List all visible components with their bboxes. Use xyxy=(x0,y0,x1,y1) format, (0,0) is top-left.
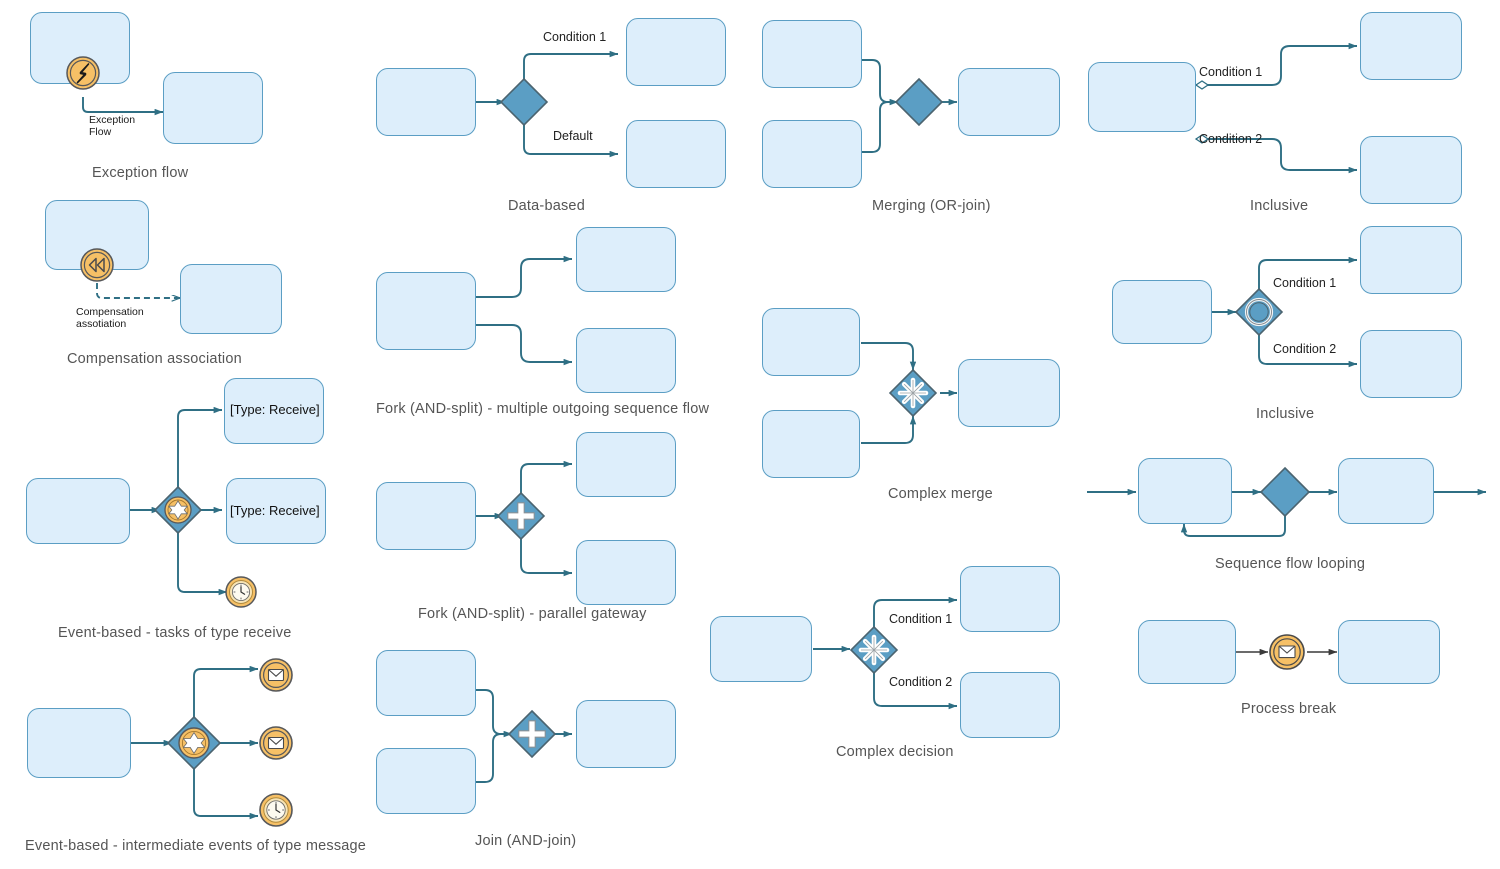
exclusive-gateway-icon[interactable] xyxy=(1259,466,1311,518)
edge-label-default: Default xyxy=(553,129,593,143)
caption-looping: Sequence flow looping xyxy=(1215,556,1366,572)
task-shape[interactable] xyxy=(1138,458,1232,524)
message-event-icon[interactable] xyxy=(259,658,293,692)
parallel-gateway-icon[interactable] xyxy=(507,709,557,759)
task-shape[interactable] xyxy=(576,227,676,292)
complex-gateway-icon[interactable] xyxy=(849,625,899,675)
edge-label-inclusive2-condition-1: Condition 1 xyxy=(1273,276,1337,290)
task-shape[interactable] xyxy=(376,650,476,716)
edge-label-line: Exception xyxy=(89,114,136,126)
edge-label-inclusive1-condition-2: Condition 2 xyxy=(1199,132,1263,146)
task-shape[interactable] xyxy=(376,272,476,350)
caption-merging: Merging (OR-join) xyxy=(872,198,991,214)
task-shape[interactable] xyxy=(376,482,476,550)
task-shape[interactable] xyxy=(376,68,476,136)
task-shape[interactable] xyxy=(1338,458,1434,524)
task-shape[interactable] xyxy=(626,120,726,188)
caption-join: Join (AND-join) xyxy=(475,833,577,849)
edge-label-compensation: Compensation assotiation xyxy=(76,306,144,330)
edge-label-complex-condition-1: Condition 1 xyxy=(889,612,953,626)
edge-label-line: Compensation xyxy=(76,306,144,318)
edge-label-line: assotiation xyxy=(76,318,127,331)
caption-event-based-message: Event-based - intermediate events of typ… xyxy=(25,838,367,854)
parallel-gateway-icon[interactable] xyxy=(496,491,546,541)
edge-label-inclusive2-condition-2: Condition 2 xyxy=(1273,342,1337,356)
task-shape[interactable] xyxy=(30,12,130,84)
task-shape[interactable] xyxy=(1338,620,1440,684)
task-shape[interactable] xyxy=(576,700,676,768)
task-shape[interactable] xyxy=(626,18,726,86)
caption-event-based-receive: Event-based - tasks of type receive xyxy=(58,625,292,641)
task-shape[interactable] xyxy=(762,120,862,188)
caption-compensation-association: Compensation association xyxy=(67,351,242,367)
edge-label-exception: Exception Flow xyxy=(89,114,135,138)
edge-label-condition-1: Condition 1 xyxy=(543,30,607,44)
event-based-gateway-icon[interactable] xyxy=(153,485,203,535)
caption-exception-flow: Exception flow xyxy=(92,165,189,181)
task-shape[interactable] xyxy=(576,540,676,605)
task-shape[interactable] xyxy=(762,308,860,376)
task-shape[interactable] xyxy=(180,264,282,334)
caption-data-based: Data-based xyxy=(508,198,585,214)
task-shape[interactable] xyxy=(958,359,1060,427)
message-event-icon[interactable] xyxy=(259,726,293,760)
task-shape[interactable] xyxy=(960,672,1060,738)
edge-label-inclusive1-condition-1: Condition 1 xyxy=(1199,65,1263,79)
task-shape[interactable] xyxy=(376,748,476,814)
task-shape[interactable] xyxy=(1360,330,1462,398)
caption-complex-merge: Complex merge xyxy=(888,486,993,502)
task-shape[interactable] xyxy=(163,72,263,144)
task-label: [Type: Receive] xyxy=(230,503,320,518)
task-shape[interactable] xyxy=(27,708,131,778)
task-shape[interactable] xyxy=(1138,620,1236,684)
message-event-icon[interactable] xyxy=(1269,634,1305,670)
timer-event-icon[interactable] xyxy=(259,793,293,827)
task-shape[interactable] xyxy=(45,200,149,270)
task-shape[interactable] xyxy=(762,410,860,478)
task-shape[interactable] xyxy=(1360,12,1462,80)
task-shape[interactable] xyxy=(1088,62,1196,132)
edge-label-complex-condition-2: Condition 2 xyxy=(889,675,953,689)
exclusive-gateway-icon[interactable] xyxy=(499,77,549,127)
task-shape[interactable] xyxy=(1360,136,1462,204)
task-shape[interactable] xyxy=(960,566,1060,632)
inclusive-gateway-icon[interactable] xyxy=(1234,287,1284,337)
complex-gateway-icon[interactable] xyxy=(888,368,938,418)
bpmn-patterns-canvas: [Type: Receive] [Type: Receive] Exceptio… xyxy=(0,0,1500,869)
task-shape[interactable] xyxy=(1360,226,1462,294)
edge-label-line: Flow xyxy=(89,126,112,139)
caption-inclusive-1: Inclusive xyxy=(1250,198,1309,214)
task-shape[interactable] xyxy=(576,328,676,393)
task-label: [Type: Receive] xyxy=(230,402,320,417)
caption-fork-multiple: Fork (AND-split) - multiple outgoing seq… xyxy=(376,401,710,417)
task-shape[interactable] xyxy=(576,432,676,497)
task-shape[interactable] xyxy=(1112,280,1212,344)
caption-inclusive-2: Inclusive xyxy=(1256,406,1315,422)
caption-process-break: Process break xyxy=(1241,701,1337,717)
caption-complex-decision: Complex decision xyxy=(836,744,954,760)
task-shape[interactable] xyxy=(958,68,1060,136)
task-shape[interactable] xyxy=(26,478,130,544)
timer-event-icon[interactable] xyxy=(225,576,257,608)
exclusive-gateway-icon[interactable] xyxy=(894,77,944,127)
task-shape[interactable] xyxy=(762,20,862,88)
task-shape[interactable] xyxy=(710,616,812,682)
event-based-gateway-icon[interactable] xyxy=(166,715,222,771)
caption-fork-parallel: Fork (AND-split) - parallel gateway xyxy=(418,606,647,622)
